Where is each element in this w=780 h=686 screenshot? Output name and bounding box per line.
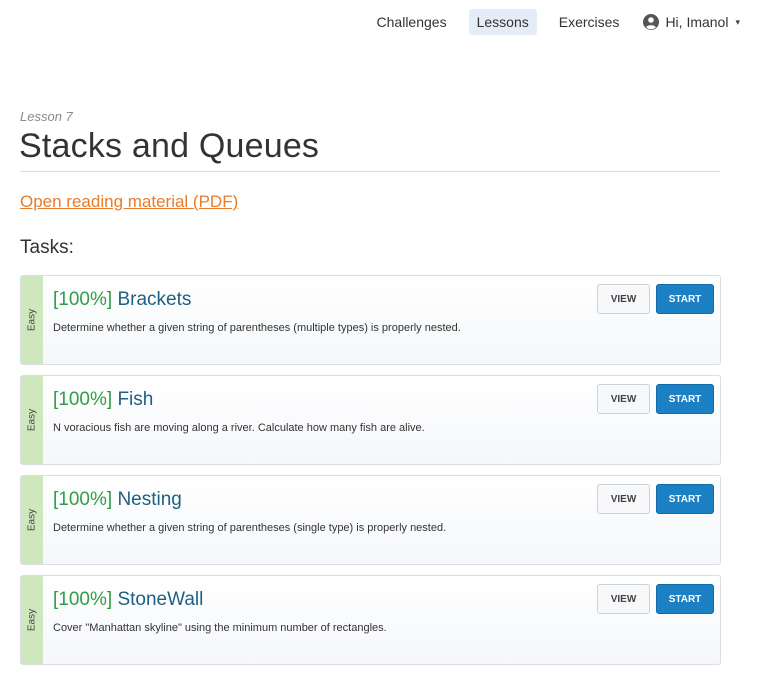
- start-button[interactable]: START: [656, 484, 714, 514]
- task-description: N voracious fish are moving along a rive…: [53, 422, 425, 434]
- task-card: Easy [100%] Brackets Determine whether a…: [20, 275, 721, 365]
- top-nav: Challenges Lessons Exercises Hi, Imanol …: [355, 9, 740, 35]
- start-button[interactable]: START: [656, 384, 714, 414]
- nav-lessons[interactable]: Lessons: [468, 9, 537, 35]
- task-score: [100%]: [53, 489, 113, 510]
- difficulty-strip: Easy: [21, 276, 43, 364]
- difficulty-label: Easy: [26, 408, 38, 432]
- task-title[interactable]: [100%] Nesting: [53, 489, 182, 511]
- chevron-down-icon: ▾: [735, 16, 740, 27]
- difficulty-strip: Easy: [21, 576, 43, 664]
- tasks-heading: Tasks:: [20, 237, 74, 258]
- difficulty-label: Easy: [26, 508, 38, 532]
- nav-exercises[interactable]: Exercises: [551, 9, 628, 35]
- task-score: [100%]: [53, 389, 113, 410]
- difficulty-strip: Easy: [21, 476, 43, 564]
- user-menu[interactable]: Hi, Imanol ▾: [643, 14, 740, 30]
- task-name: StoneWall: [117, 589, 204, 610]
- start-button[interactable]: START: [656, 584, 714, 614]
- title-divider: [20, 171, 720, 172]
- task-description: Cover "Manhattan skyline" using the mini…: [53, 622, 387, 634]
- view-button[interactable]: VIEW: [597, 384, 650, 414]
- task-title[interactable]: [100%] Fish: [53, 389, 153, 411]
- user-avatar-icon: [643, 14, 660, 30]
- view-button[interactable]: VIEW: [597, 284, 650, 314]
- nav-challenges[interactable]: Challenges: [369, 9, 455, 35]
- lesson-number: Lesson 7: [20, 109, 73, 124]
- task-name: Nesting: [117, 489, 182, 510]
- task-card: Easy [100%] Fish N voracious fish are mo…: [20, 375, 721, 465]
- task-title[interactable]: [100%] StoneWall: [53, 589, 203, 611]
- view-button[interactable]: VIEW: [597, 584, 650, 614]
- task-name: Brackets: [117, 289, 192, 310]
- task-list: Easy [100%] Brackets Determine whether a…: [20, 275, 721, 675]
- difficulty-label: Easy: [26, 608, 38, 632]
- task-score: [100%]: [53, 289, 113, 310]
- user-greeting: Hi, Imanol: [665, 14, 729, 30]
- view-button[interactable]: VIEW: [597, 484, 650, 514]
- difficulty-strip: Easy: [21, 376, 43, 464]
- task-description: Determine whether a given string of pare…: [53, 522, 447, 534]
- start-button[interactable]: START: [656, 284, 714, 314]
- task-score: [100%]: [53, 589, 113, 610]
- task-description: Determine whether a given string of pare…: [53, 322, 461, 334]
- pdf-reading-link[interactable]: Open reading material (PDF): [20, 192, 238, 212]
- page-title: Stacks and Queues: [19, 127, 320, 165]
- task-title[interactable]: [100%] Brackets: [53, 289, 191, 311]
- task-card: Easy [100%] Nesting Determine whether a …: [20, 475, 721, 565]
- difficulty-label: Easy: [26, 308, 38, 332]
- task-card: Easy [100%] StoneWall Cover "Manhattan s…: [20, 575, 721, 665]
- task-name: Fish: [117, 389, 154, 410]
